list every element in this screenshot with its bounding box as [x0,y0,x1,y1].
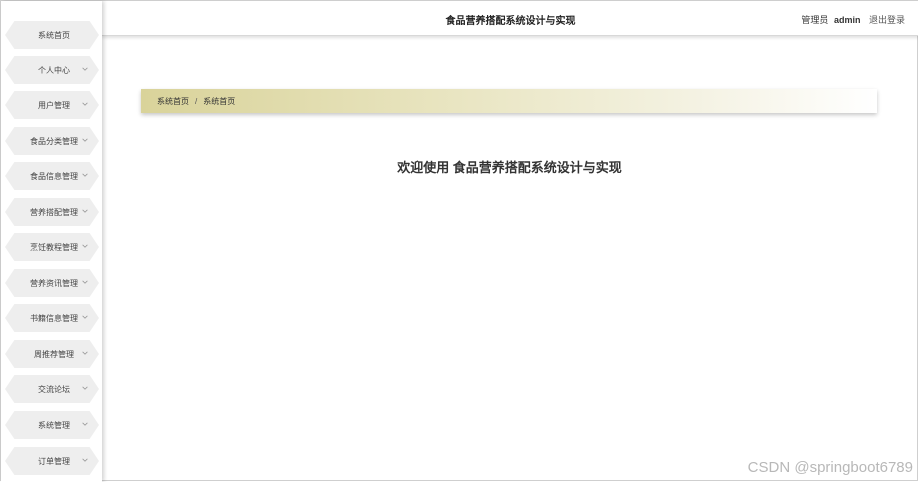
sidebar-item-personal-center[interactable]: 个人中心 [5,56,99,84]
sidebar-item-label: 书籍信息管理 [30,313,78,323]
welcome-message: 欢迎使用 食品营养搭配系统设计与实现 [397,160,622,175]
chevron-down-icon [81,313,89,321]
sidebar: 系统首页 个人中心 用户管理 食品分类管理 食品信息管理 营养搭配管理 烹饪教程… [1,1,102,482]
chevron-down-icon [81,207,89,215]
top-header: 食品营养搭配系统设计与实现 管理员 admin 退出登录 [102,1,918,36]
sidebar-item-forum[interactable]: 交流论坛 [5,375,99,403]
chevron-down-icon [81,384,89,392]
username: admin [833,15,861,25]
app-title: 食品营养搭配系统设计与实现 [445,16,576,27]
sidebar-item-label: 交流论坛 [38,384,70,394]
user-area: 管理员 admin 退出登录 [801,13,905,26]
breadcrumb-item-current: 系统首页 [203,96,236,106]
chevron-down-icon [81,65,89,73]
sidebar-item-weekly-recommend[interactable]: 周推荐管理 [5,340,99,368]
sidebar-item-food-info[interactable]: 食品信息管理 [5,162,99,190]
watermark: CSDN @springboot6789 [747,459,913,476]
sidebar-item-label: 订单管理 [38,456,70,466]
sidebar-item-label: 系统首页 [38,30,70,40]
sidebar-item-label: 营养资讯管理 [30,278,78,288]
chevron-down-icon [81,171,89,179]
breadcrumb-separator: / [195,96,198,106]
sidebar-item-label: 系统管理 [38,420,70,430]
breadcrumb: 系统首页 / 系统首页 [141,89,877,113]
sidebar-item-nutrition-pairing[interactable]: 营养搭配管理 [5,198,99,226]
sidebar-item-label: 个人中心 [38,65,70,75]
sidebar-item-label: 烹饪教程管理 [30,242,78,252]
chevron-down-icon [81,456,89,464]
sidebar-item-order-management[interactable]: 订单管理 [5,447,99,475]
sidebar-item-cooking-tutorial[interactable]: 烹饪教程管理 [5,233,99,261]
sidebar-item-label: 食品分类管理 [30,136,78,146]
sidebar-item-label: 用户管理 [38,100,70,110]
sidebar-item-book-info[interactable]: 书籍信息管理 [5,304,99,332]
breadcrumb-item-home[interactable]: 系统首页 [157,96,189,107]
app-frame: 系统首页 个人中心 用户管理 食品分类管理 食品信息管理 营养搭配管理 烹饪教程… [0,0,918,482]
sidebar-item-label: 周推荐管理 [34,349,74,359]
chevron-down-icon [81,349,89,357]
sidebar-item-label: 食品信息管理 [30,171,78,181]
chevron-down-icon [81,242,89,250]
sidebar-item-home[interactable]: 系统首页 [5,21,99,49]
chevron-down-icon [81,420,89,428]
sidebar-item-nutrition-news[interactable]: 营养资讯管理 [5,269,99,297]
logout-link[interactable]: 退出登录 [869,15,905,25]
sidebar-item-label: 营养搭配管理 [30,207,78,217]
chevron-down-icon [81,278,89,286]
sidebar-item-system-management[interactable]: 系统管理 [5,411,99,439]
chevron-down-icon [81,100,89,108]
sidebar-item-user-management[interactable]: 用户管理 [5,91,99,119]
chevron-down-icon [81,136,89,144]
user-role: 管理员 [801,15,829,25]
sidebar-item-food-category[interactable]: 食品分类管理 [5,127,99,155]
